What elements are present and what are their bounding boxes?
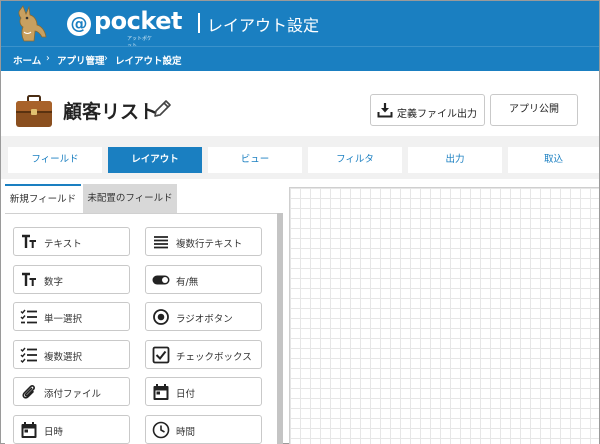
checkbox-icon (152, 346, 170, 364)
page-title: レイアウト設定 (207, 16, 320, 35)
field-label: 複数選択 (44, 352, 83, 363)
app-name: 顧客リスト (63, 101, 159, 123)
radio-icon (153, 309, 169, 325)
field-label: 数字 (44, 277, 64, 288)
field-text-button[interactable]: テキスト (13, 227, 130, 256)
download-icon (377, 103, 393, 118)
text-icon (22, 234, 36, 248)
paperclip-icon (22, 385, 35, 399)
breadcrumb-current: レイアウト設定 (115, 56, 182, 67)
field-label: チェックボックス (176, 352, 252, 363)
field-label: 日時 (44, 427, 64, 438)
briefcase-icon (16, 95, 52, 127)
logo-wordmark: pocket (94, 7, 182, 35)
app-header: @ pocket アットポケット レイアウト設定 (1, 1, 599, 49)
tab-layout[interactable]: レイアウト (108, 147, 202, 173)
pencil-icon[interactable] (151, 98, 173, 120)
field-panel-tabs: 新規フィールド 未配置のフィールド (1, 184, 281, 213)
kangaroo-logo-icon (18, 5, 47, 42)
field-label: 有/無 (176, 277, 199, 288)
number-icon (22, 272, 36, 286)
tab-filter[interactable]: フィルタ (308, 147, 402, 173)
subtab-unplaced-fields[interactable]: 未配置のフィールド (83, 184, 177, 213)
export-definition-button[interactable]: 定義ファイル出力 (370, 94, 485, 126)
multi-select-icon (20, 347, 37, 364)
field-radio-button[interactable]: ラジオボタン (145, 302, 262, 331)
settings-tab-bar: フィールド レイアウト ビュー フィルタ 出力 取込 (1, 136, 599, 179)
subtab-new-fields[interactable]: 新規フィールド (5, 184, 81, 213)
tab-output[interactable]: 出力 (408, 147, 502, 173)
layout-canvas[interactable] (289, 187, 599, 444)
tab-view[interactable]: ビュー (208, 147, 302, 173)
field-date-button[interactable]: 日付 (145, 377, 262, 406)
field-toggle-button[interactable]: 有/無 (145, 265, 262, 294)
field-multiline-text-button[interactable]: 複数行テキスト (145, 227, 262, 256)
breadcrumb-home[interactable]: ホーム (13, 53, 41, 67)
breadcrumb-app-management[interactable]: アプリ管理 (57, 53, 105, 67)
field-single-select-button[interactable]: 単一選択 (13, 302, 130, 331)
publish-app-button[interactable]: アプリ公開 (490, 94, 578, 126)
toggle-icon (152, 275, 170, 285)
field-multi-select-button[interactable]: 複数選択 (13, 340, 130, 369)
field-label: テキスト (44, 239, 82, 250)
field-label: 時間 (176, 427, 196, 438)
multiline-text-icon (154, 236, 168, 249)
field-palette: テキスト 複数行テキスト 数字 有/無 単一選択 ラジオボタン 複数選択 チェッ… (5, 213, 277, 444)
field-label: 単一選択 (44, 314, 83, 325)
breadcrumb: ホーム › アプリ管理 › レイアウト設定 (1, 46, 599, 71)
logo-at-mark: @ (67, 12, 91, 36)
field-label: 日付 (176, 389, 196, 400)
pocket-logo[interactable]: @ pocket アットポケット (15, 4, 182, 49)
breadcrumb-separator: › (46, 53, 50, 64)
clock-icon (152, 421, 170, 439)
field-datetime-button[interactable]: 日時 (13, 415, 130, 444)
breadcrumb-separator: › (104, 53, 108, 64)
field-label: 添付ファイル (44, 389, 102, 400)
header-divider (198, 13, 200, 33)
field-attachment-button[interactable]: 添付ファイル (13, 377, 130, 406)
tab-import[interactable]: 取込 (508, 147, 599, 173)
export-label: 定義ファイル出力 (397, 109, 477, 120)
single-select-icon (20, 309, 37, 324)
calendar-icon (153, 384, 169, 400)
field-checkbox-button[interactable]: チェックボックス (145, 340, 262, 369)
palette-scrollbar-thumb[interactable] (277, 213, 283, 444)
field-label: 複数行テキスト (176, 239, 243, 250)
field-label: ラジオボタン (176, 314, 233, 325)
tab-field[interactable]: フィールド (8, 147, 102, 173)
field-time-button[interactable]: 時間 (145, 415, 262, 444)
calendar-icon (21, 422, 37, 438)
field-number-button[interactable]: 数字 (13, 265, 130, 294)
